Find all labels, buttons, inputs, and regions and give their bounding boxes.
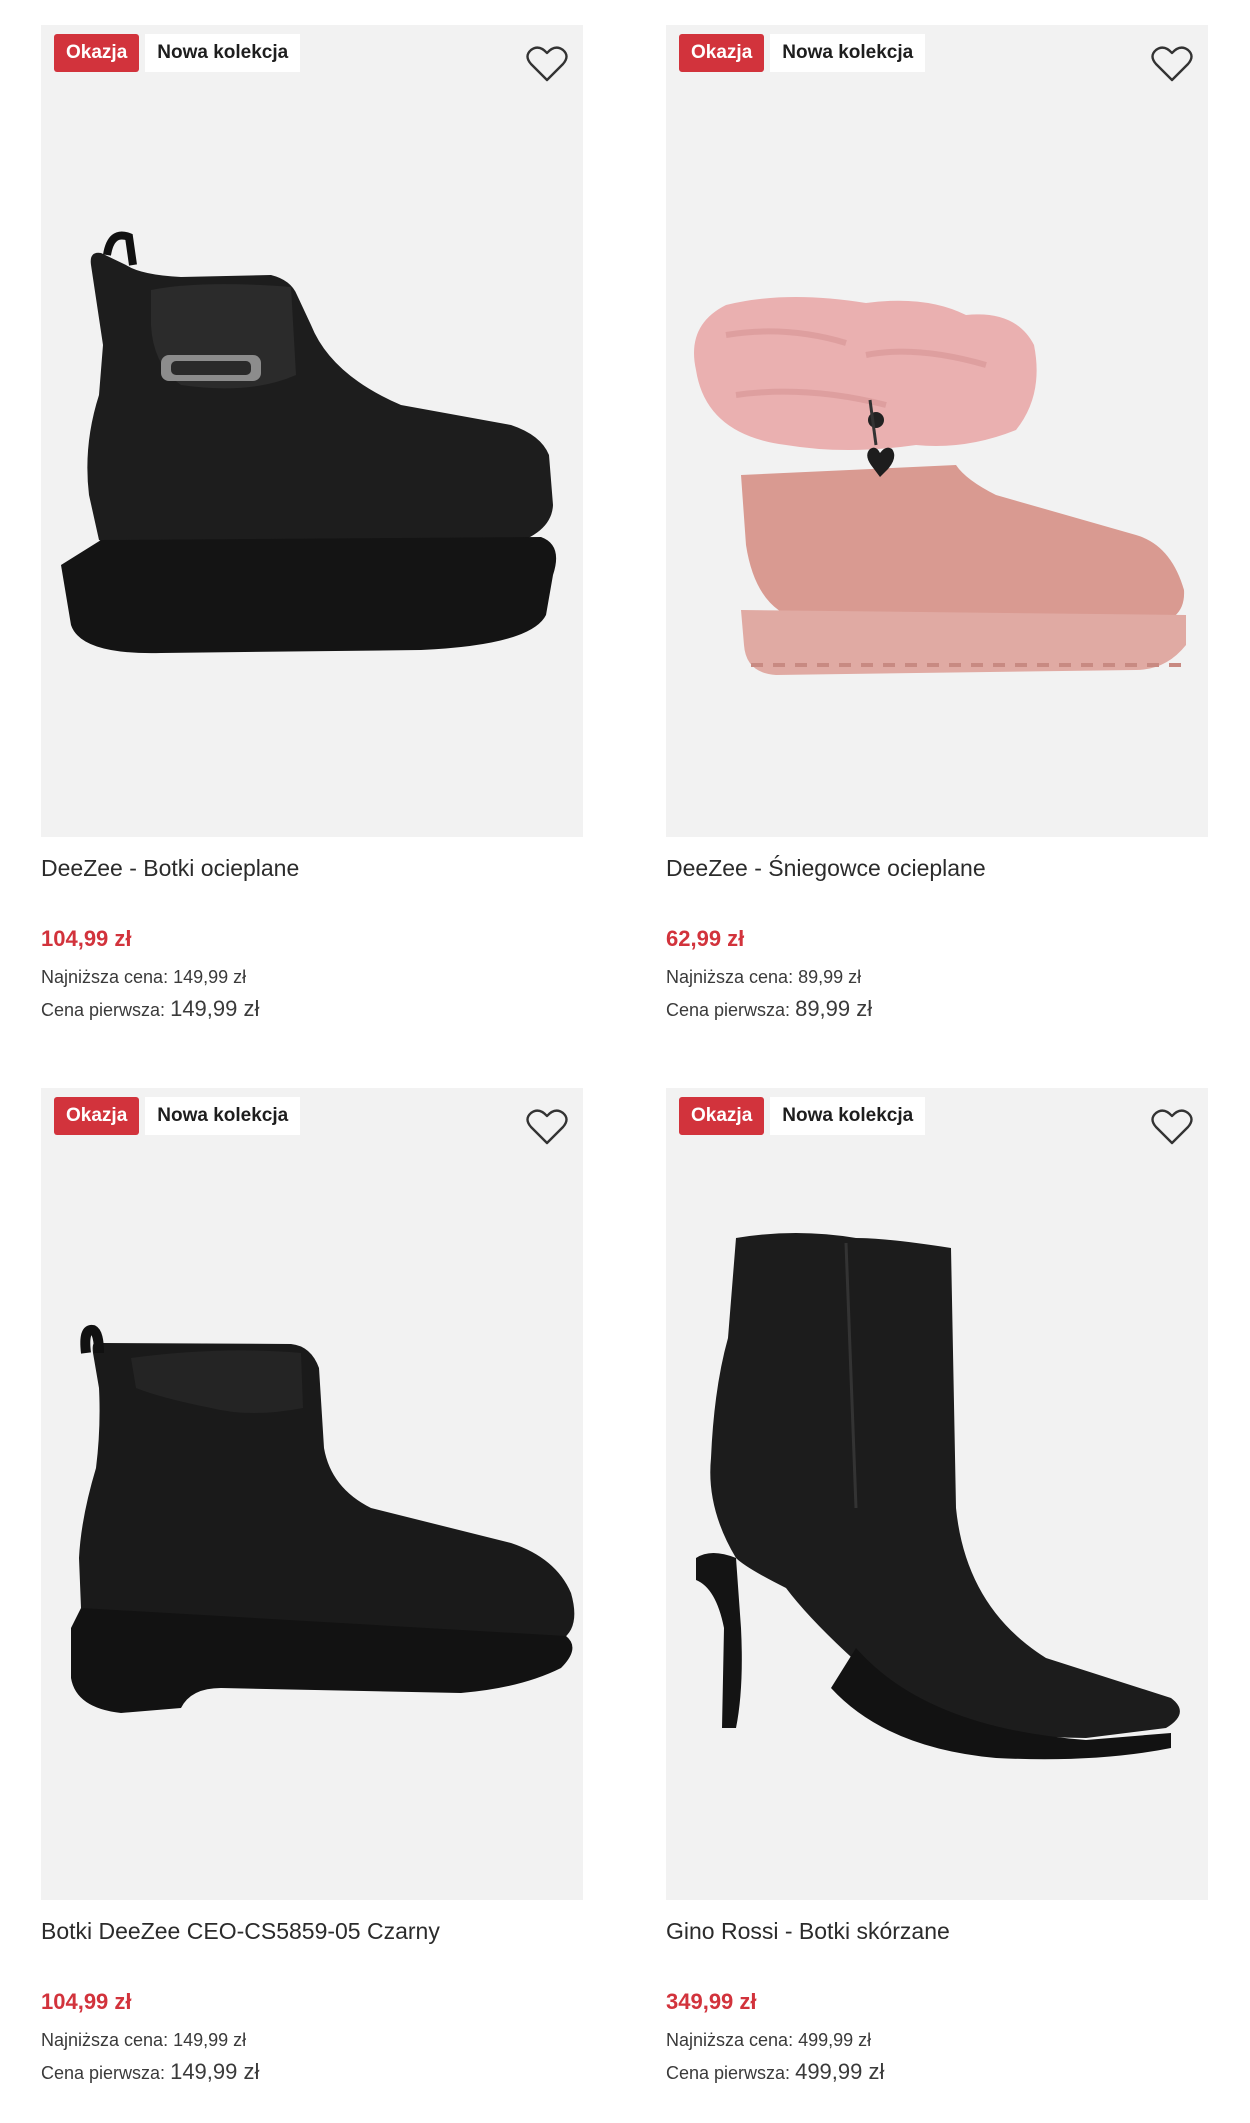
- product-image[interactable]: Okazja Nowa kolekcja: [41, 25, 583, 837]
- product-card[interactable]: Okazja Nowa kolekcja DeeZee - Botki ocie…: [41, 25, 583, 1026]
- product-card[interactable]: Okazja Nowa kolekcja Botki DeeZee CEO-CS…: [41, 1088, 583, 2089]
- first-price-row: Cena pierwsza: 499,99 zł: [666, 2056, 1208, 2089]
- lowest-price-row: Najniższa cena: 149,99 zł: [41, 2025, 583, 2056]
- lowest-price-label: Najniższa cena:: [41, 2030, 169, 2050]
- heart-icon[interactable]: [1151, 44, 1193, 84]
- product-image[interactable]: Okazja Nowa kolekcja: [666, 1088, 1208, 1900]
- deal-badge: Okazja: [54, 1097, 140, 1135]
- lowest-price-row: Najniższa cena: 149,99 zł: [41, 962, 583, 993]
- lowest-price-value: 499,99 zł: [798, 2030, 872, 2050]
- product-price: 104,99 zł: [41, 1989, 132, 2014]
- new-collection-badge: Nowa kolekcja: [770, 34, 926, 72]
- first-price-value: 149,99 zł: [170, 2059, 260, 2084]
- product-image[interactable]: Okazja Nowa kolekcja: [41, 1088, 583, 1900]
- first-price-value: 89,99 zł: [795, 996, 873, 1021]
- new-collection-badge: Nowa kolekcja: [145, 1097, 301, 1135]
- heart-icon[interactable]: [1151, 1107, 1193, 1147]
- lowest-price-label: Najniższa cena:: [666, 2030, 794, 2050]
- lowest-price-row: Najniższa cena: 499,99 zł: [666, 2025, 1208, 2056]
- pink-fur-snow-boot-image: [694, 296, 1186, 675]
- deal-badge: Okazja: [54, 34, 140, 72]
- first-price-label: Cena pierwsza:: [41, 1000, 166, 1020]
- product-name[interactable]: Gino Rossi - Botki skórzane: [666, 1918, 1208, 1945]
- product-name[interactable]: DeeZee - Śniegowce ocieplane: [666, 855, 1208, 882]
- deal-badge: Okazja: [679, 34, 765, 72]
- product-card[interactable]: Okazja Nowa kolekcja Gino Rossi - Botki …: [666, 1088, 1208, 2089]
- heart-icon[interactable]: [526, 1107, 568, 1147]
- first-price-value: 499,99 zł: [795, 2059, 885, 2084]
- first-price-label: Cena pierwsza:: [666, 1000, 791, 1020]
- lowest-price-label: Najniższa cena:: [41, 967, 169, 987]
- product-name[interactable]: DeeZee - Botki ocieplane: [41, 855, 583, 882]
- lowest-price-value: 89,99 zł: [798, 967, 862, 987]
- product-name[interactable]: Botki DeeZee CEO-CS5859-05 Czarny: [41, 1918, 583, 1945]
- first-price-row: Cena pierwsza: 149,99 zł: [41, 993, 583, 1026]
- lowest-price-value: 149,99 zł: [173, 2030, 247, 2050]
- product-image[interactable]: Okazja Nowa kolekcja: [666, 25, 1208, 837]
- new-collection-badge: Nowa kolekcja: [145, 34, 301, 72]
- lowest-price-row: Najniższa cena: 89,99 zł: [666, 962, 1208, 993]
- deal-badge: Okazja: [679, 1097, 765, 1135]
- first-price-label: Cena pierwsza:: [666, 2063, 791, 2083]
- lowest-price-label: Najniższa cena:: [666, 967, 794, 987]
- first-price-row: Cena pierwsza: 149,99 zł: [41, 2056, 583, 2089]
- first-price-row: Cena pierwsza: 89,99 zł: [666, 993, 1208, 1026]
- black-leather-stiletto-ankle-boot-image: [696, 1233, 1180, 1760]
- first-price-value: 149,99 zł: [170, 996, 260, 1021]
- product-card[interactable]: Okazja Nowa kolekcja DeeZee - Śniegowce …: [666, 25, 1208, 1026]
- first-price-label: Cena pierwsza:: [41, 2063, 166, 2083]
- product-price: 62,99 zł: [666, 926, 745, 951]
- black-suede-heeled-ankle-boot-image: [71, 1324, 575, 1713]
- black-platform-chelsea-boot-image: [61, 231, 557, 654]
- new-collection-badge: Nowa kolekcja: [770, 1097, 926, 1135]
- product-price: 104,99 zł: [41, 926, 132, 951]
- heart-icon[interactable]: [526, 44, 568, 84]
- product-price: 349,99 zł: [666, 1989, 757, 2014]
- lowest-price-value: 149,99 zł: [173, 967, 247, 987]
